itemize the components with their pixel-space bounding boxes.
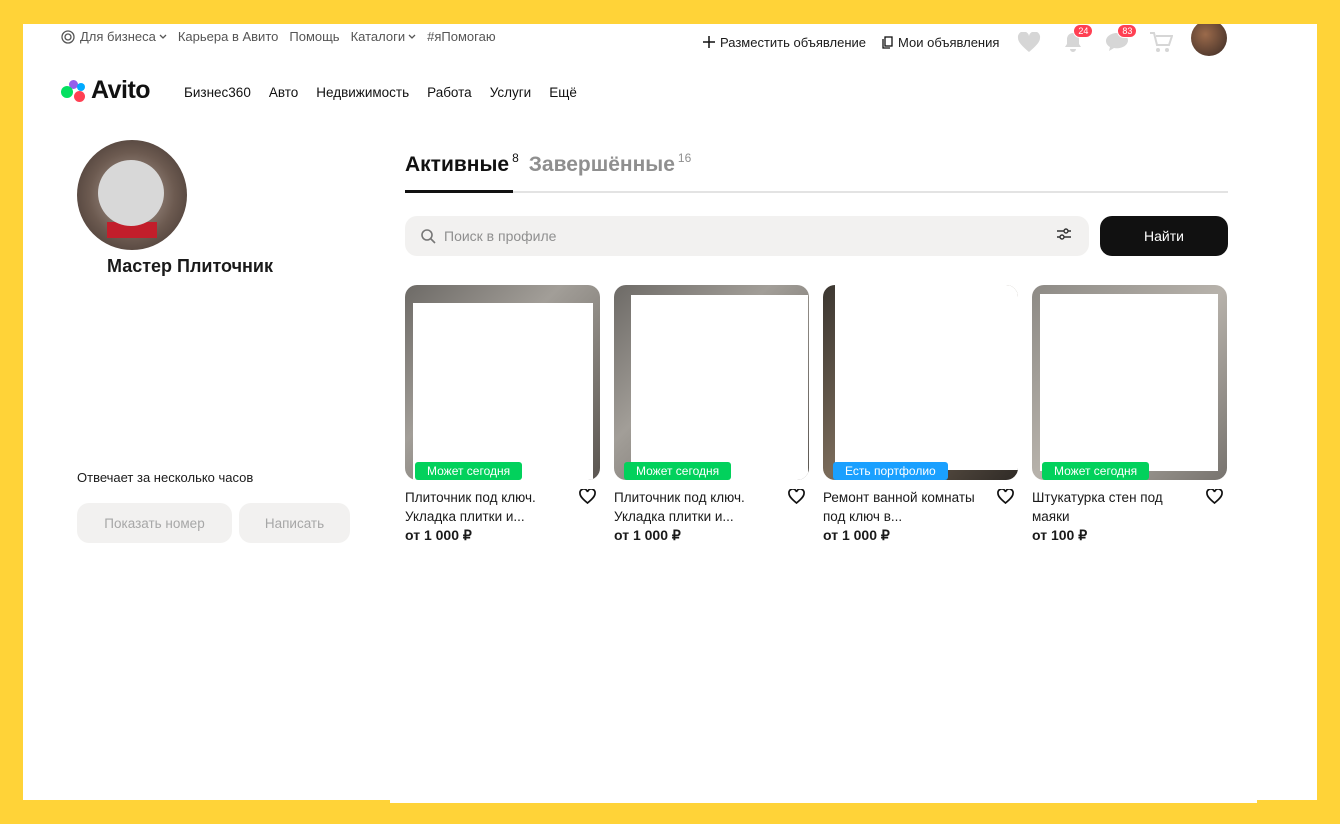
profile-avatar bbox=[77, 140, 187, 250]
listing-price: от 1 000 ₽ bbox=[405, 527, 472, 543]
nav-item-realty[interactable]: Недвижимость bbox=[316, 85, 409, 100]
search-placeholder: Поиск в профиле bbox=[444, 228, 557, 244]
messages-button[interactable]: 83 bbox=[1103, 24, 1138, 54]
post-ad-link[interactable]: Разместить объявление bbox=[703, 35, 866, 50]
listing-card[interactable]: Может сегодня Плиточник под ключ. Укладк… bbox=[405, 285, 600, 561]
nav-item-auto[interactable]: Авто bbox=[269, 85, 298, 100]
listing-tag: Есть портфолио bbox=[833, 462, 948, 480]
listing-title[interactable]: Плиточник под ключ. Укладка плитки и... bbox=[405, 488, 573, 526]
my-ads-label: Мои объявления bbox=[898, 34, 1000, 50]
listing-tabs: Активные 8 Завершённые 16 bbox=[405, 151, 701, 185]
help-link[interactable]: Помощь bbox=[289, 29, 339, 44]
tab-active-count: 8 bbox=[512, 151, 519, 165]
target-icon bbox=[61, 29, 75, 44]
heart-icon bbox=[1018, 31, 1041, 52]
browser-viewport: Для бизнеса Карьера в Авито Помощь Катал… bbox=[23, 24, 1317, 800]
listing-price: от 1 000 ₽ bbox=[614, 527, 681, 543]
bottom-strip bbox=[390, 800, 1257, 803]
listing-price: от 1 000 ₽ bbox=[823, 527, 890, 543]
logo-text: Avito bbox=[91, 76, 151, 104]
cart-icon bbox=[1150, 32, 1174, 52]
chevron-down-icon bbox=[408, 34, 416, 39]
nav-item-business360[interactable]: Бизнес360 bbox=[184, 85, 251, 100]
career-link[interactable]: Карьера в Авито bbox=[178, 29, 279, 44]
search-icon bbox=[421, 228, 436, 244]
logo-dots-icon bbox=[61, 79, 87, 102]
post-ad-label: Разместить объявление bbox=[720, 34, 867, 50]
listing-title[interactable]: Плиточник под ключ. Укладка плитки и... bbox=[614, 488, 782, 526]
listing-tag: Может сегодня bbox=[1042, 462, 1150, 480]
top-bar: Для бизнеса Карьера в Авито Помощь Катал… bbox=[23, 24, 1317, 56]
favorite-heart-icon[interactable] bbox=[1206, 489, 1223, 504]
tab-active-underline bbox=[405, 190, 513, 193]
listing-photo[interactable] bbox=[405, 285, 600, 480]
show-number-button[interactable]: Показать номер bbox=[77, 503, 232, 543]
write-button[interactable]: Написать bbox=[239, 503, 350, 543]
response-time: Отвечает за несколько часов bbox=[77, 470, 254, 485]
ya-pomogayu-link[interactable]: #яПомогаю bbox=[427, 29, 495, 44]
tab-active[interactable]: Активные 8 bbox=[405, 151, 519, 185]
nav-item-services[interactable]: Услуги bbox=[490, 85, 532, 100]
listing-photo[interactable] bbox=[823, 285, 1018, 480]
favorite-heart-icon[interactable] bbox=[788, 489, 805, 504]
for-business-link[interactable]: Для бизнеса bbox=[61, 29, 167, 44]
listing-photo[interactable] bbox=[1032, 285, 1227, 480]
listing-tag: Может сегодня bbox=[624, 462, 732, 480]
favorite-heart-icon[interactable] bbox=[997, 489, 1014, 504]
user-avatar[interactable] bbox=[1191, 24, 1228, 56]
catalogs-link[interactable]: Каталоги bbox=[351, 29, 417, 44]
copy-icon bbox=[882, 35, 893, 49]
nav-item-jobs[interactable]: Работа bbox=[427, 85, 472, 100]
profile-search-input[interactable]: Поиск в профиле bbox=[405, 216, 1089, 256]
listing-title[interactable]: Штукатурка стен под маяки bbox=[1032, 488, 1200, 526]
my-ads-link[interactable]: Мои объявления bbox=[882, 35, 999, 50]
listing-tag: Может сегодня bbox=[415, 462, 523, 480]
tabs-divider bbox=[405, 191, 1228, 193]
category-nav: Бизнес360 Авто Недвижимость Работа Услуг… bbox=[184, 85, 595, 100]
tab-finished[interactable]: Завершённые 16 bbox=[528, 151, 692, 185]
listing-price: от 100 ₽ bbox=[1032, 527, 1088, 543]
chevron-down-icon bbox=[159, 34, 167, 39]
nav-item-more[interactable]: Ещё bbox=[549, 85, 577, 100]
listing-card[interactable]: Может сегодня Штукатурка стен под маяки … bbox=[1032, 285, 1227, 561]
tab-active-label: Активные bbox=[405, 153, 510, 176]
favorites-button[interactable] bbox=[1015, 30, 1043, 54]
notifications-button[interactable]: 24 bbox=[1059, 24, 1094, 54]
filter-icon[interactable] bbox=[1057, 228, 1071, 240]
listing-card[interactable]: Может сегодня Плиточник под ключ. Укладк… bbox=[614, 285, 809, 561]
avito-logo[interactable]: Avito bbox=[61, 76, 151, 105]
listing-title[interactable]: Ремонт ванной комнаты под ключ в... bbox=[823, 488, 991, 526]
profile-name: Мастер Плиточник bbox=[106, 256, 274, 276]
plus-icon bbox=[703, 36, 715, 48]
tab-finished-label: Завершённые bbox=[528, 153, 675, 176]
notifications-badge: 24 bbox=[1073, 24, 1094, 38]
catalogs-label: Каталоги bbox=[350, 29, 406, 44]
listing-photo[interactable] bbox=[614, 285, 809, 480]
cart-button[interactable] bbox=[1147, 30, 1175, 54]
tab-finished-count: 16 bbox=[677, 151, 692, 165]
find-button[interactable]: Найти bbox=[1100, 216, 1228, 256]
favorite-heart-icon[interactable] bbox=[579, 489, 596, 504]
for-business-label: Для бизнеса bbox=[80, 29, 156, 44]
listing-card[interactable]: Есть портфолио Ремонт ванной комнаты под… bbox=[823, 285, 1018, 561]
messages-badge: 83 bbox=[1117, 24, 1138, 38]
